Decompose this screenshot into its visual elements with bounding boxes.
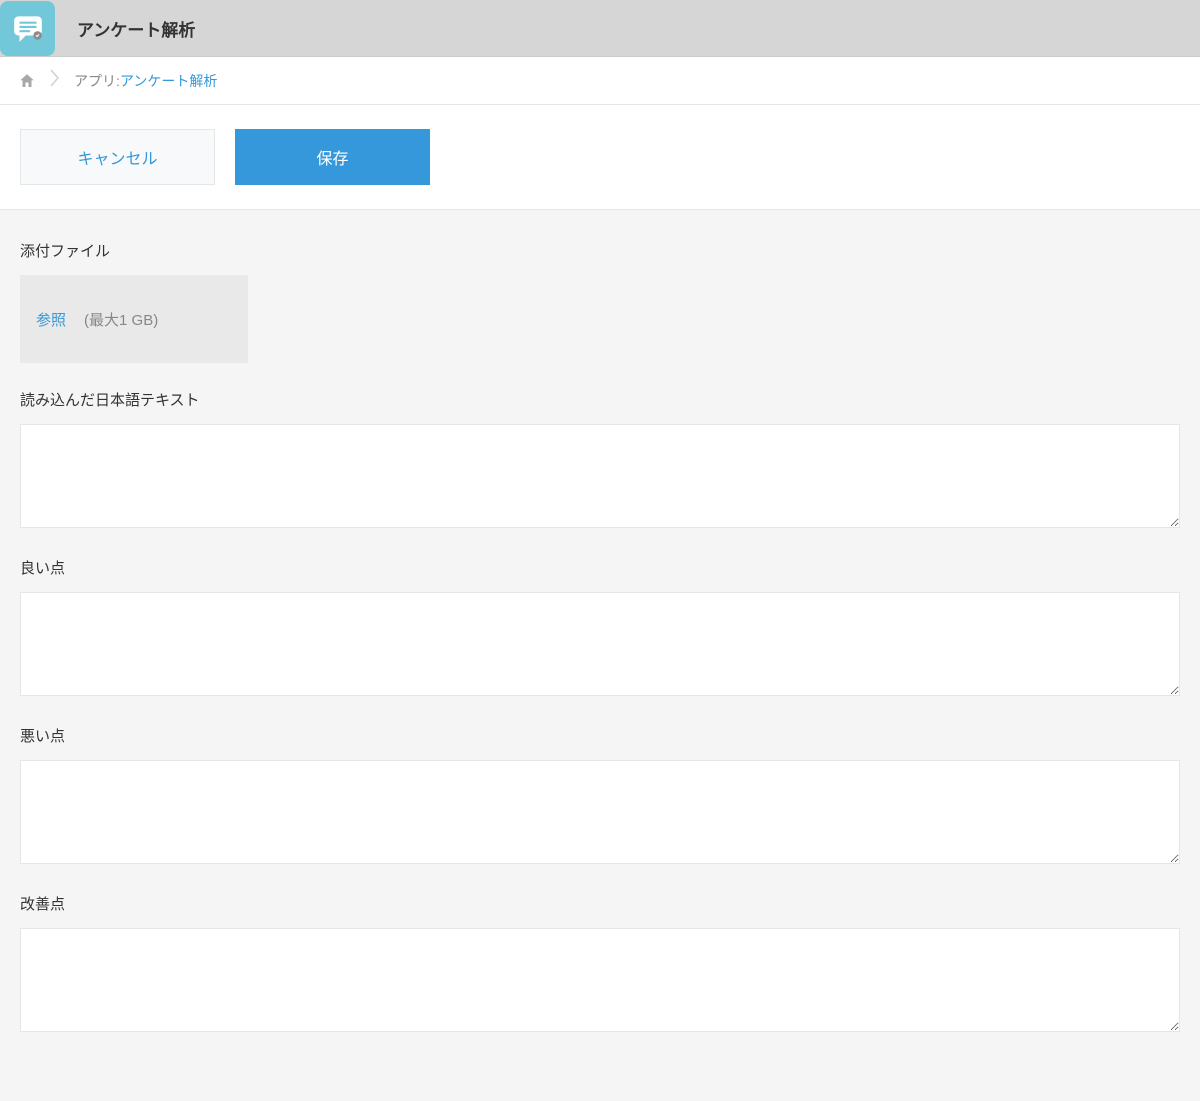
loaded-text-label: 読み込んだ日本語テキスト bbox=[20, 389, 1180, 410]
good-points-label: 良い点 bbox=[20, 557, 1180, 578]
bad-points-input[interactable] bbox=[20, 760, 1180, 864]
bad-points-label: 悪い点 bbox=[20, 725, 1180, 746]
field-good-points: 良い点 bbox=[20, 557, 1180, 699]
attachment-box: 参照 (最大1 GB) bbox=[20, 275, 248, 363]
breadcrumb-app-link[interactable]: アンケート解析 bbox=[120, 71, 217, 91]
attachment-label: 添付ファイル bbox=[20, 240, 1180, 261]
improvements-input[interactable] bbox=[20, 928, 1180, 1032]
browse-button[interactable]: 参照 bbox=[36, 309, 66, 330]
form-area: 添付ファイル 参照 (最大1 GB) 読み込んだ日本語テキスト 良い点 悪い点 … bbox=[0, 210, 1200, 1101]
loaded-text-input[interactable] bbox=[20, 424, 1180, 528]
breadcrumb-app-label: アプリ: bbox=[74, 71, 120, 91]
breadcrumb: アプリ: アンケート解析 bbox=[0, 57, 1200, 105]
save-button[interactable]: 保存 bbox=[235, 129, 430, 185]
page-title: アンケート解析 bbox=[77, 16, 195, 41]
cancel-button[interactable]: キャンセル bbox=[20, 129, 215, 185]
chevron-right-icon bbox=[50, 68, 60, 93]
improvements-label: 改善点 bbox=[20, 893, 1180, 914]
field-improvements: 改善点 bbox=[20, 893, 1180, 1035]
good-points-input[interactable] bbox=[20, 592, 1180, 696]
home-icon[interactable] bbox=[18, 72, 36, 90]
action-bar: キャンセル 保存 bbox=[0, 105, 1200, 210]
attachment-hint: (最大1 GB) bbox=[84, 309, 158, 330]
app-icon-speech-bubble bbox=[0, 1, 55, 56]
app-header: アンケート解析 bbox=[0, 0, 1200, 57]
field-loaded-text: 読み込んだ日本語テキスト bbox=[20, 389, 1180, 531]
field-bad-points: 悪い点 bbox=[20, 725, 1180, 867]
field-attachment: 添付ファイル 参照 (最大1 GB) bbox=[20, 240, 1180, 363]
speech-bubble-icon bbox=[11, 11, 45, 45]
